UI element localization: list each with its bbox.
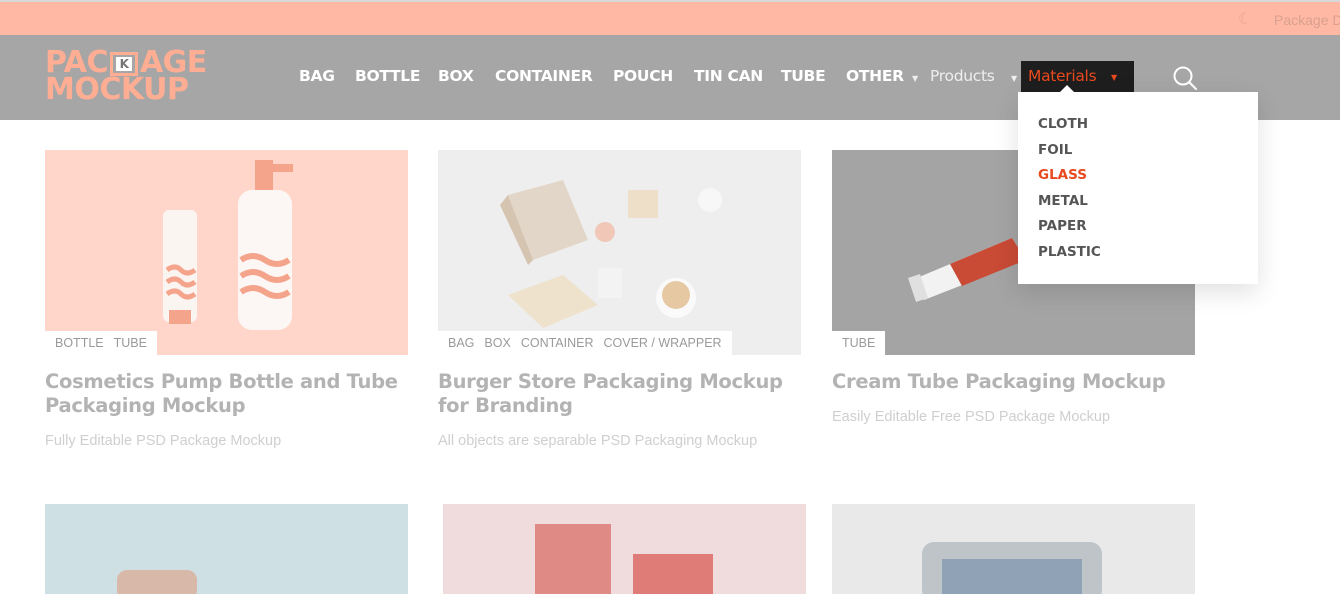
nav-tube[interactable]: TUBE [781, 67, 826, 85]
post-card[interactable]: BOTTLE TUBE Cosmetics Pump Bottle and Tu… [45, 150, 408, 449]
post-thumbnail[interactable]: BAG BOX CONTAINER COVER / WRAPPER [438, 150, 801, 355]
tray-image [922, 542, 1102, 594]
menu-item-plastic[interactable]: PLASTIC [1038, 244, 1101, 270]
nav-container[interactable]: CONTAINER [495, 67, 593, 85]
chevron-down-icon: ▼ [1011, 74, 1018, 83]
nav-bag[interactable]: BAG [299, 67, 335, 85]
post-thumbnail[interactable] [443, 504, 806, 594]
site-label[interactable]: Package D [1274, 12, 1340, 28]
nav-bottle[interactable]: BOTTLE [355, 67, 420, 85]
tag-box[interactable]: BOX [484, 336, 510, 350]
tag-list: BOTTLE TUBE [45, 331, 157, 355]
tag-tube[interactable]: TUBE [842, 336, 875, 350]
menu-item-glass[interactable]: GLASS [1038, 167, 1101, 193]
materials-list: CLOTH FOIL GLASS METAL PAPER PLASTIC [1038, 116, 1101, 269]
nav-materials-label: Materials [1028, 67, 1097, 85]
moon-icon[interactable]: ☾ [1238, 11, 1252, 27]
menu-item-foil[interactable]: FOIL [1038, 142, 1101, 168]
site-logo[interactable]: PAC K AGE MOCKUP [45, 48, 225, 107]
tag-bag[interactable]: BAG [448, 336, 474, 350]
search-icon[interactable] [1172, 65, 1198, 91]
box-image [535, 524, 713, 594]
nav-materials[interactable]: Materials ▼ [1021, 61, 1134, 93]
burger-store-image [438, 150, 801, 355]
post-thumbnail[interactable]: BOTTLE TUBE [45, 150, 408, 355]
dropdown-arrow [1060, 85, 1074, 92]
menu-item-paper[interactable]: PAPER [1038, 218, 1101, 244]
tag-cover-wrapper[interactable]: COVER / WRAPPER [604, 336, 722, 350]
logo-text-line2: MOCKUP [45, 72, 189, 107]
nav-box[interactable]: BOX [438, 67, 474, 85]
menu-item-cloth[interactable]: CLOTH [1038, 116, 1101, 142]
logo-k-box: K [109, 51, 138, 76]
tag-list: TUBE [832, 331, 886, 355]
cosmetics-image [45, 150, 408, 355]
post-title[interactable]: Burger Store Packaging Mockup for Brandi… [438, 370, 801, 418]
menu-item-metal[interactable]: METAL [1038, 193, 1101, 219]
chevron-down-icon: ▼ [912, 74, 919, 83]
post-thumbnail[interactable] [832, 504, 1195, 594]
post-card[interactable]: BAG BOX CONTAINER COVER / WRAPPER Burger… [438, 150, 801, 449]
nav-products[interactable]: Products [930, 67, 995, 85]
post-title[interactable]: Cosmetics Pump Bottle and Tube Packaging… [45, 370, 408, 418]
materials-dropdown: CLOTH FOIL GLASS METAL PAPER PLASTIC [1018, 85, 1258, 284]
tag-bottle[interactable]: BOTTLE [55, 336, 104, 350]
tag-container[interactable]: CONTAINER [521, 336, 594, 350]
post-title[interactable]: Cream Tube Packaging Mockup [832, 370, 1195, 394]
can-image [117, 570, 197, 594]
post-description: Easily Editable Free PSD Package Mockup [832, 409, 1111, 425]
nav-tin-can[interactable]: TIN CAN [694, 67, 763, 85]
post-description: Fully Editable PSD Package Mockup [45, 433, 282, 449]
top-bar: ☾ Package D [0, 0, 1340, 35]
tag-tube[interactable]: TUBE [114, 336, 147, 350]
chevron-down-icon: ▼ [1111, 73, 1118, 82]
nav-pouch[interactable]: POUCH [613, 67, 673, 85]
nav-other[interactable]: OTHER [846, 67, 904, 85]
post-description: All objects are separable PSD Packaging … [438, 433, 758, 449]
tag-list: BAG BOX CONTAINER COVER / WRAPPER [438, 331, 732, 355]
post-thumbnail[interactable] [45, 504, 408, 594]
